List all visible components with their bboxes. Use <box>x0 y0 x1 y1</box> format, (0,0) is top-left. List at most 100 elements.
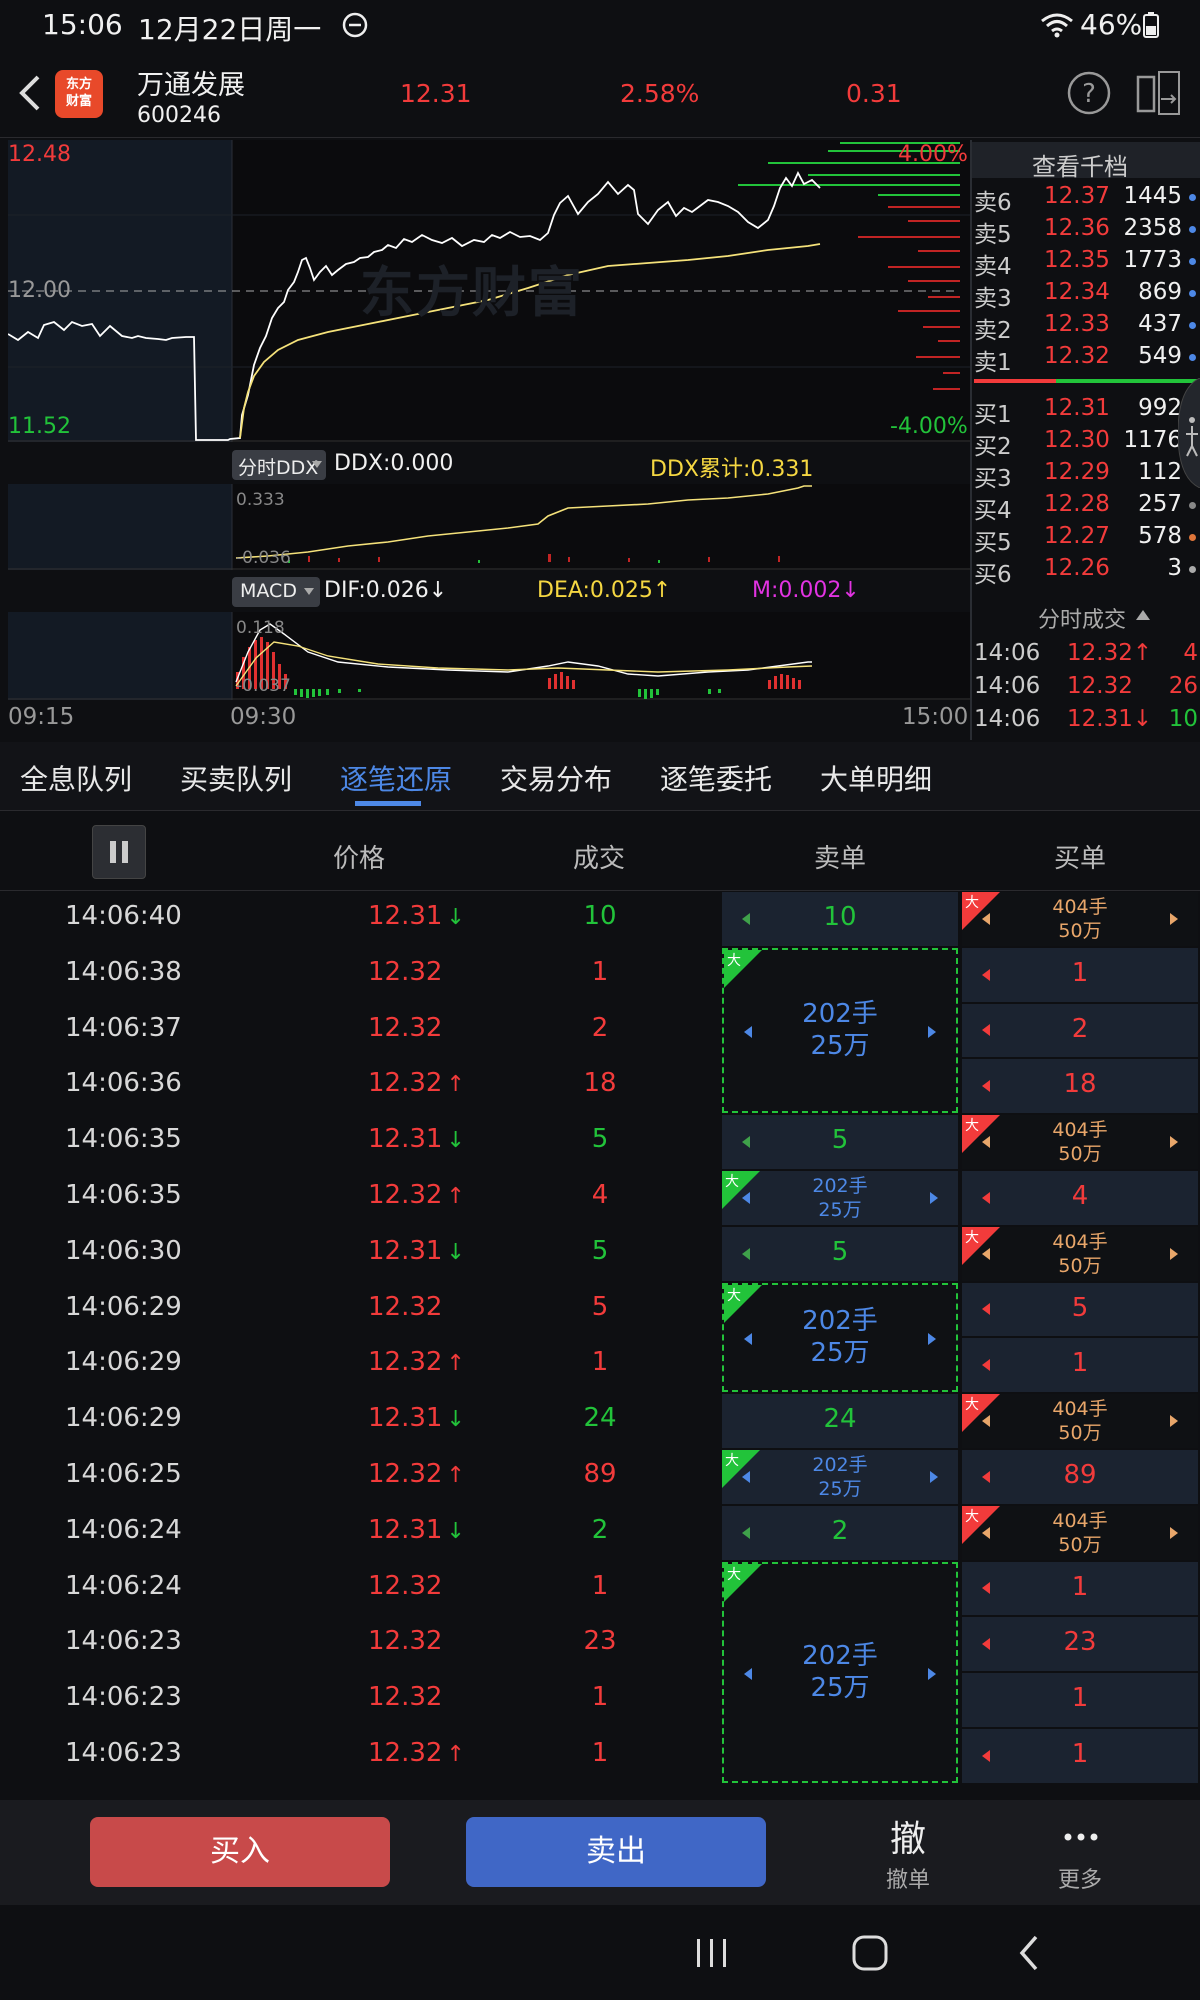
level-dot-icon <box>1189 534 1196 541</box>
sell-button[interactable]: 卖出 <box>466 1817 766 1887</box>
table-row[interactable]: 14:06:24 12.31 ↓ 2 <box>0 1505 1200 1561</box>
tab-tick-restore[interactable]: 逐笔还原 <box>340 758 452 798</box>
pause-button[interactable] <box>92 825 146 879</box>
table-row[interactable]: 14:06:29 12.32 5 <box>0 1282 1200 1338</box>
macd-bottom-value: -0.037 <box>236 676 291 696</box>
logo-line1: 东方 <box>65 77 92 92</box>
table-row[interactable]: 14:06:30 12.31 ↓ 5 <box>0 1226 1200 1282</box>
pct-high-label: 4.00% <box>898 142 968 167</box>
landscape-toggle-icon[interactable] <box>1135 69 1183 117</box>
macd-m: M:0.002↓ <box>752 578 860 603</box>
bid-level-row[interactable]: 买3 12.29 112 <box>972 459 1200 492</box>
bid-level-row[interactable]: 买4 12.28 257 <box>972 491 1200 524</box>
table-row[interactable]: 14:06:23 12.32 1 <box>0 1672 1200 1728</box>
battery-icon <box>1143 12 1159 38</box>
cancel-order-button[interactable]: 撤 撤单 <box>860 1810 960 1900</box>
trade-price-value: 12.32 <box>368 1626 443 1657</box>
ask-level-row[interactable]: 卖1 12.32 549 <box>972 343 1200 376</box>
ask-level-volume: 549 <box>1138 343 1182 369</box>
bid-level-row[interactable]: 买5 12.27 578 <box>972 523 1200 556</box>
tab-tick-orders[interactable]: 逐笔委托 <box>660 758 772 798</box>
trade-time: 14:06:23 <box>65 1682 182 1713</box>
table-row[interactable]: 14:06:38 12.32 1 <box>0 947 1200 1003</box>
trade-volume: 18 <box>583 1068 617 1099</box>
side-handle-icon[interactable] <box>1178 378 1200 488</box>
tab-bid-ask-queue[interactable]: 买卖队列 <box>180 758 292 798</box>
level-dot-icon <box>1189 322 1196 329</box>
more-button[interactable]: 更多 <box>1030 1810 1130 1900</box>
arrow-up-icon: ↑ <box>446 1463 465 1488</box>
tab-big-orders[interactable]: 大单明细 <box>820 758 932 798</box>
table-row[interactable]: 14:06:35 12.31 ↓ 5 <box>0 1114 1200 1170</box>
bid-level-row[interactable]: 买2 12.30 1176 <box>972 427 1200 460</box>
trade-price: 12.32 ↑ <box>368 1459 465 1489</box>
view-full-depth-button[interactable]: 查看千档 <box>972 142 1200 181</box>
price-high-label: 12.48 <box>8 142 71 167</box>
table-row[interactable]: 14:06:23 12.32 23 <box>0 1616 1200 1672</box>
back-icon[interactable] <box>14 73 44 113</box>
trade-time: 14:06:23 <box>65 1626 182 1657</box>
ask-level-row[interactable]: 卖5 12.36 2358 <box>972 215 1200 248</box>
trade-volume: 10 <box>583 901 617 931</box>
ddx-chart: 0.333 -0.036 <box>8 484 970 570</box>
trade-time: 14:06:37 <box>65 1012 182 1043</box>
table-row[interactable]: 14:06:25 12.32 ↑ 89 <box>0 1449 1200 1505</box>
ddx-value: DDX:0.000 <box>334 451 454 476</box>
svg-text:?: ? <box>1082 79 1096 109</box>
bid-level-label: 买1 <box>974 402 1012 428</box>
recent-apps-icon[interactable] <box>694 1935 730 1971</box>
table-row[interactable]: 14:06:36 12.32 ↑ 18 <box>0 1058 1200 1114</box>
bid-level-volume: 3 <box>1167 555 1182 581</box>
table-row[interactable]: 14:06:40 12.31 ↓ 10 <box>0 891 1200 947</box>
table-row[interactable]: 14:06:37 12.32 2 <box>0 1003 1200 1059</box>
intraday-chart[interactable]: 12.48 12.00 11.52 4.00% -4.00% 东方财富 <box>8 140 970 442</box>
buy-button[interactable]: 买入 <box>90 1817 390 1887</box>
bid-level-label: 买2 <box>974 434 1012 460</box>
macd-selector[interactable]: MACD <box>232 577 320 607</box>
chevron-down-icon <box>312 461 322 468</box>
change-amount: 0.31 <box>846 79 902 108</box>
header-price: 价格 <box>333 844 386 874</box>
stock-code: 600246 <box>137 103 221 128</box>
trade-time: 14:06:25 <box>65 1459 182 1489</box>
table-row[interactable]: 14:06:35 12.32 ↑ 4 <box>0 1170 1200 1226</box>
ask-level-row[interactable]: 卖6 12.37 1445 <box>972 183 1200 216</box>
pause-icon <box>110 841 128 863</box>
level-dot-icon <box>1189 502 1196 509</box>
table-row[interactable]: 14:06:29 12.32 ↑ 1 <box>0 1337 1200 1393</box>
trade-volume: 24 <box>583 1403 617 1434</box>
cancel-label: 撤单 <box>886 1868 931 1893</box>
bottom-toolbar: 买入 卖出 撤 撤单 更多 <box>0 1800 1200 1905</box>
table-row[interactable]: 14:06:23 12.32 ↑ 1 <box>0 1728 1200 1784</box>
trade-time: 14:06:36 <box>65 1068 182 1099</box>
table-row[interactable]: 14:06:29 12.31 ↓ 24 <box>0 1393 1200 1449</box>
watermark: 东方财富 <box>360 261 584 324</box>
help-icon[interactable]: ? <box>1066 70 1112 116</box>
arrow-up-icon: ↑ <box>446 1351 465 1377</box>
tick-row: 14:06 12.32↑ 4 <box>972 640 1200 672</box>
ask-level-volume: 1445 <box>1123 183 1182 209</box>
tab-trade-distribution[interactable]: 交易分布 <box>500 758 612 798</box>
tab-full-queue[interactable]: 全息队列 <box>20 758 132 798</box>
ticks-title[interactable]: 分时成交 <box>972 600 1200 634</box>
bid-level-row[interactable]: 买1 12.31 992 <box>972 395 1200 428</box>
ddx-selector-label: 分时DDX <box>238 457 319 479</box>
ask-level-row[interactable]: 卖4 12.35 1773 <box>972 247 1200 280</box>
trade-time: 14:06:29 <box>65 1347 182 1378</box>
level-dot-icon <box>1189 290 1196 297</box>
trade-price-value: 12.32 <box>368 1180 443 1210</box>
status-time: 15:06 <box>42 8 123 41</box>
table-row[interactable]: 14:06:24 12.32 1 <box>0 1561 1200 1617</box>
macd-dea: DEA:0.025↑ <box>537 578 672 603</box>
arrow-down-icon: ↓ <box>446 905 465 930</box>
ddx-selector[interactable]: 分时DDX <box>232 450 326 480</box>
trade-volume: 23 <box>583 1626 617 1657</box>
ask-level-label: 卖6 <box>974 190 1012 216</box>
home-icon[interactable] <box>850 1933 890 1973</box>
cancel-icon: 撤 <box>890 1819 927 1860</box>
ask-level-price: 12.32 <box>1044 343 1110 369</box>
nav-back-icon[interactable] <box>1014 1933 1044 1973</box>
ask-level-row[interactable]: 卖3 12.34 869 <box>972 279 1200 312</box>
bid-level-row[interactable]: 买6 12.26 3 <box>972 555 1200 588</box>
ask-level-row[interactable]: 卖2 12.33 437 <box>972 311 1200 344</box>
